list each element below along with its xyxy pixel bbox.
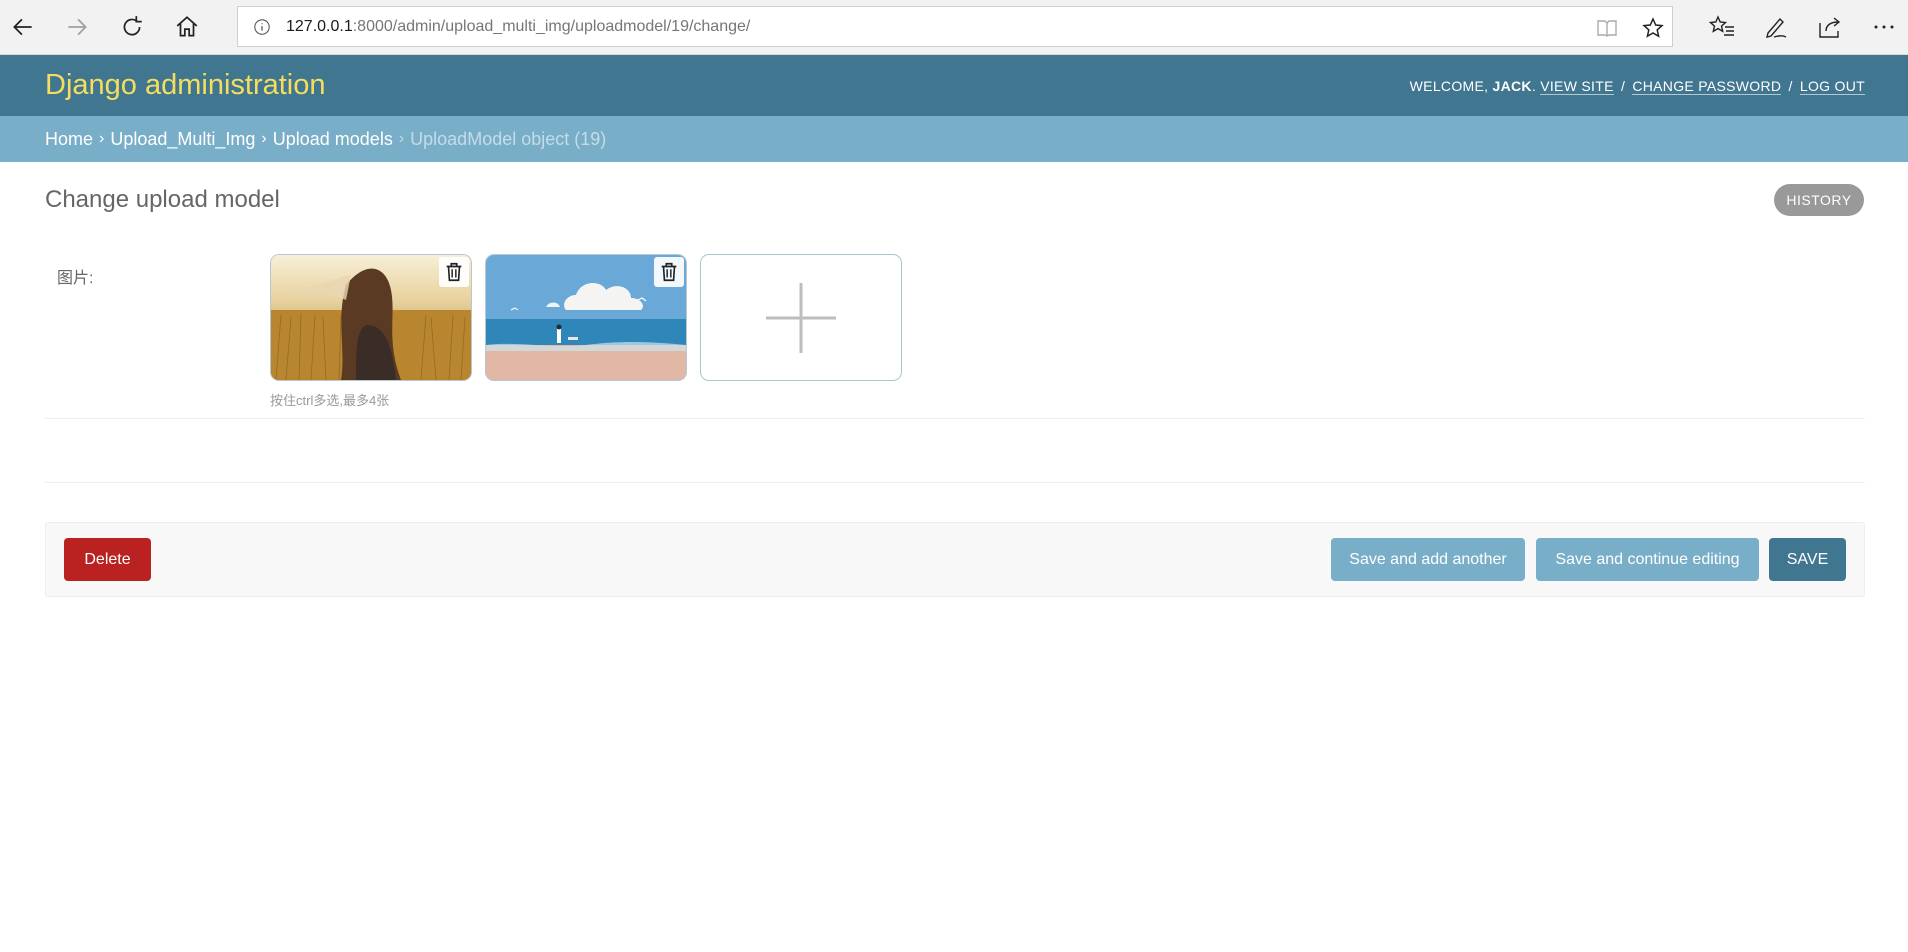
favorite-button[interactable]: [1638, 14, 1668, 42]
page-title: Change upload model: [45, 186, 280, 213]
refresh-icon: [123, 16, 142, 36]
url-text: 127.0.0.1:8000/admin/upload_multi_img/up…: [286, 18, 750, 36]
arrow-right-icon: [68, 18, 87, 36]
refresh-button[interactable]: [112, 8, 152, 46]
breadcrumb-model[interactable]: Upload models: [273, 129, 393, 150]
arrow-left-icon: [13, 18, 32, 36]
breadcrumb-separator: ›: [261, 130, 267, 147]
delete-image-button[interactable]: [654, 257, 684, 287]
info-icon[interactable]: [252, 17, 272, 37]
site-branding[interactable]: Django administration: [45, 69, 325, 102]
share-button[interactable]: [1812, 10, 1848, 44]
history-button[interactable]: HISTORY: [1774, 184, 1864, 216]
breadcrumb-home[interactable]: Home: [45, 129, 93, 150]
welcome-text: WELCOME,: [1409, 78, 1489, 94]
help-text: 按住ctrl多选,最多4张: [270, 393, 390, 408]
save-and-continue-button[interactable]: Save and continue editing: [1536, 538, 1759, 581]
book-icon: [1597, 20, 1617, 37]
log-out-link[interactable]: LOG OUT: [1799, 78, 1865, 95]
breadcrumb-separator: ›: [398, 130, 405, 147]
back-button[interactable]: [3, 8, 43, 46]
separator: /: [1620, 78, 1626, 94]
home-icon: [176, 16, 198, 37]
breadcrumb-app[interactable]: Upload_Multi_Img: [110, 129, 255, 150]
admin-header: Django administration WELCOME, JACK. VIE…: [0, 55, 1908, 116]
more-icon: [1874, 25, 1894, 29]
image-thumbnail[interactable]: [485, 254, 687, 381]
user-tools: WELCOME, JACK. VIEW SITE / CHANGE PASSWO…: [1409, 78, 1865, 95]
home-button[interactable]: [167, 8, 207, 46]
trash-icon: [446, 262, 462, 282]
star-icon: [1642, 17, 1664, 38]
delete-image-button[interactable]: [439, 257, 469, 287]
divider: [45, 482, 1865, 483]
favorites-list-icon: [1708, 15, 1734, 36]
images-field-label: 图片:: [57, 270, 94, 287]
forward-button[interactable]: [57, 8, 97, 46]
username: JACK: [1492, 78, 1532, 94]
change-password-link[interactable]: CHANGE PASSWORD: [1632, 78, 1782, 95]
url-host: 127.0.0.1: [286, 17, 353, 35]
breadcrumb-separator: ›: [99, 130, 105, 147]
save-and-add-another-button[interactable]: Save and add another: [1331, 538, 1525, 581]
favorites-button[interactable]: [1704, 10, 1740, 44]
delete-button[interactable]: Delete: [64, 538, 151, 581]
plus-icon: [766, 283, 836, 353]
address-bar[interactable]: 127.0.0.1:8000/admin/upload_multi_img/up…: [237, 6, 1673, 47]
submit-row: Delete Save and add another Save and con…: [45, 522, 1865, 597]
trash-icon: [661, 262, 677, 282]
reading-view-button[interactable]: [1592, 14, 1622, 42]
add-image-button[interactable]: [700, 254, 902, 381]
browser-toolbar: 127.0.0.1:8000/admin/upload_multi_img/up…: [0, 0, 1908, 55]
breadcrumb-current: UploadModel object (19): [410, 128, 607, 149]
image-thumbnail[interactable]: [270, 254, 472, 381]
separator: /: [1788, 78, 1793, 94]
pen-icon: [1766, 17, 1787, 38]
more-button[interactable]: [1866, 10, 1902, 44]
view-site-link[interactable]: VIEW SITE: [1540, 78, 1614, 95]
save-button[interactable]: SAVE: [1769, 538, 1846, 581]
notes-button[interactable]: [1758, 10, 1794, 44]
divider: [45, 418, 1865, 419]
breadcrumb: Home › Upload_Multi_Img › Upload models …: [0, 116, 1908, 162]
url-path: :8000/admin/upload_multi_img/uploadmodel…: [352, 17, 751, 35]
share-icon: [1819, 17, 1841, 38]
